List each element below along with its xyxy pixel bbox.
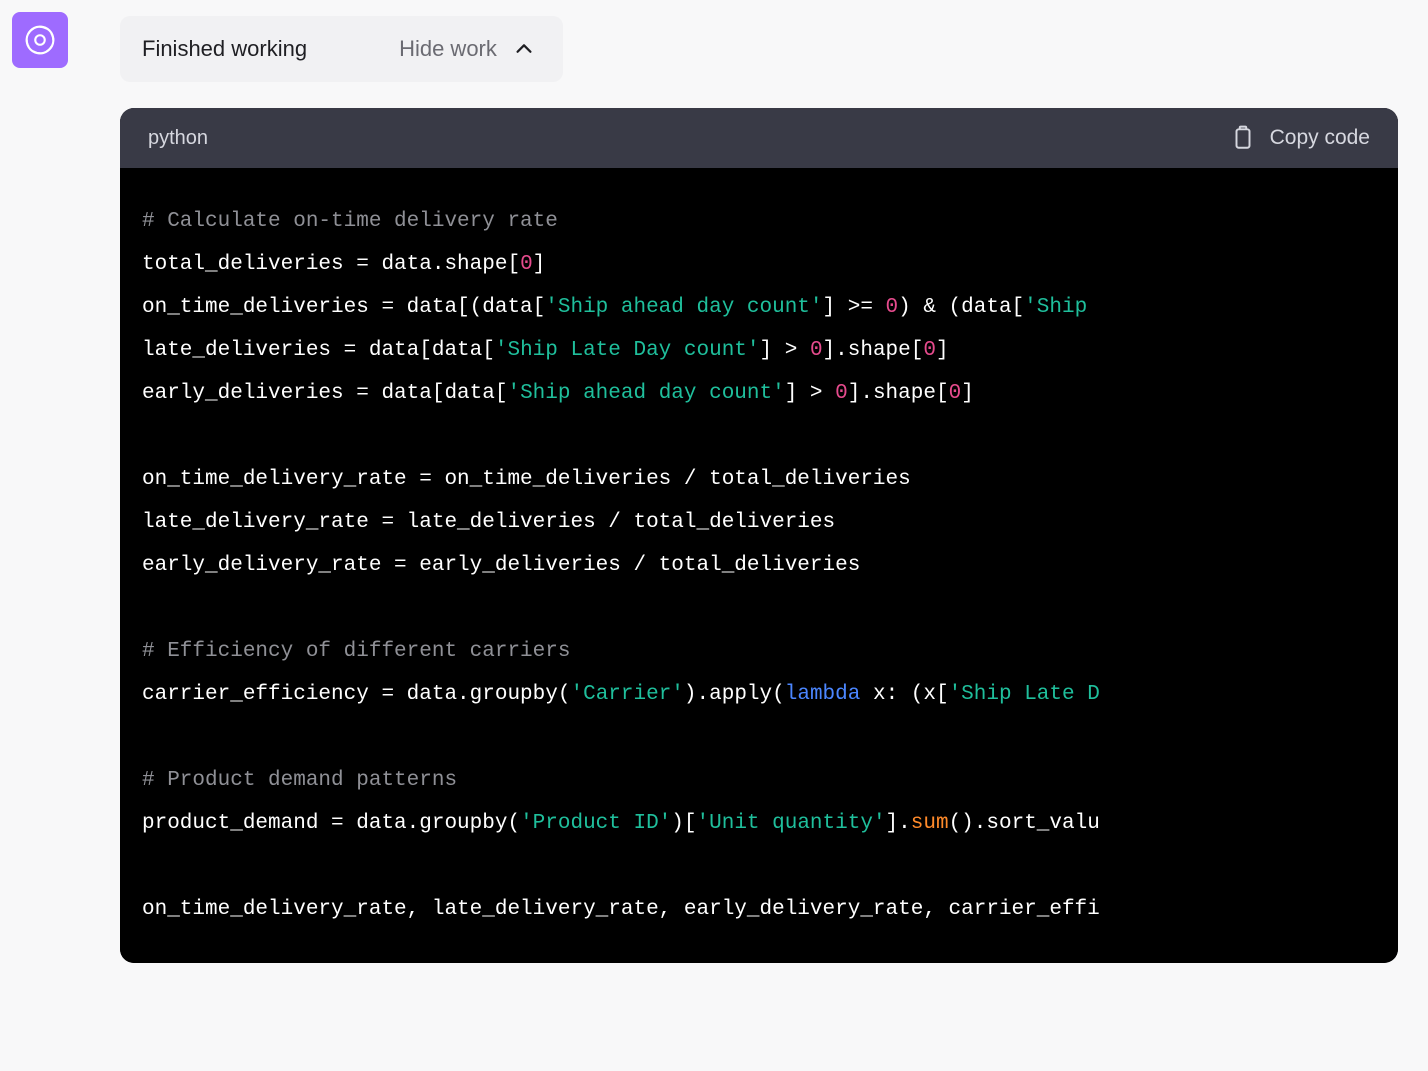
copy-code-label: Copy code bbox=[1270, 126, 1370, 150]
hide-work-label: Hide work bbox=[399, 36, 497, 62]
code-line: carrier_efficiency = data.groupby( bbox=[142, 683, 570, 706]
code-line: early_deliveries = data[data[ bbox=[142, 382, 507, 405]
code-line: late_delivery_rate = late_deliveries / t… bbox=[142, 511, 835, 534]
code-block-header: python Copy code bbox=[120, 108, 1398, 168]
chevron-up-icon bbox=[511, 36, 537, 62]
code-line: on_time_delivery_rate, late_delivery_rat… bbox=[142, 898, 1100, 921]
code-block: python Copy code # Calculate on-time del… bbox=[120, 108, 1398, 963]
code-line: early_delivery_rate = early_deliveries /… bbox=[142, 554, 860, 577]
code-line: late_deliveries = data[data[ bbox=[142, 339, 495, 362]
clipboard-icon bbox=[1230, 125, 1256, 151]
code-line: # Product demand patterns bbox=[142, 769, 457, 792]
code-body[interactable]: # Calculate on-time delivery rate total_… bbox=[120, 168, 1398, 963]
openai-logo-icon bbox=[21, 21, 59, 59]
code-line: # Efficiency of different carriers bbox=[142, 640, 570, 663]
code-line: on_time_deliveries = data[(data[ bbox=[142, 296, 545, 319]
work-status-label: Finished working bbox=[142, 36, 307, 62]
code-line: # Calculate on-time delivery rate bbox=[142, 210, 558, 233]
hide-work-button[interactable]: Hide work bbox=[399, 36, 537, 62]
code-line: product_demand = data.groupby( bbox=[142, 812, 520, 835]
copy-code-button[interactable]: Copy code bbox=[1230, 125, 1370, 151]
code-line: on_time_delivery_rate = on_time_deliveri… bbox=[142, 468, 911, 491]
code-line: total_deliveries = data.shape[ bbox=[142, 253, 520, 276]
assistant-avatar bbox=[12, 12, 68, 68]
work-status-toggle[interactable]: Finished working Hide work bbox=[120, 16, 563, 82]
code-language-label: python bbox=[148, 127, 208, 150]
